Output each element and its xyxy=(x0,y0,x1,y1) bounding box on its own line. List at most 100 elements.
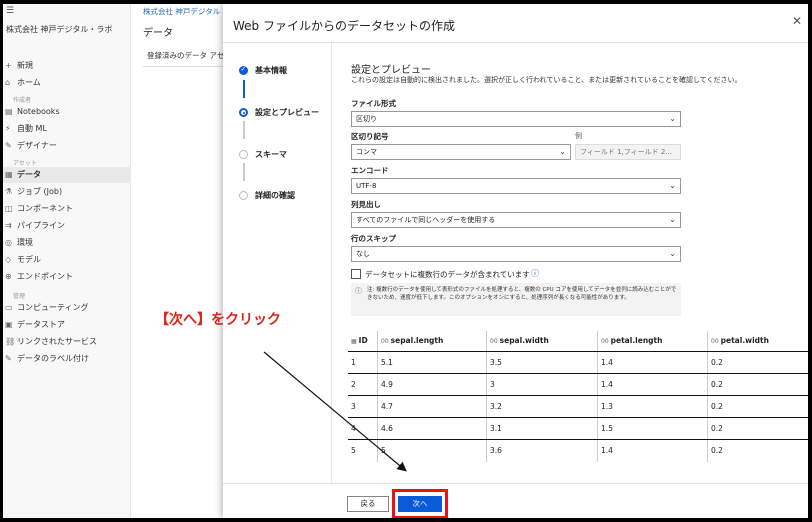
tab-registered-data-assets[interactable]: 登録済みのデータ アセ xyxy=(147,50,224,61)
table-cell: 1 xyxy=(351,358,356,367)
nav-icon: ◇ xyxy=(5,255,12,264)
table-cell: 1.5 xyxy=(597,418,708,440)
table-cell: 5 xyxy=(377,440,487,462)
nav-icon: ⚡ xyxy=(5,124,11,133)
column-header[interactable]: 00 sepal.width xyxy=(486,331,566,351)
sidebar-item[interactable]: ⊕ エンドポイント xyxy=(3,269,131,285)
sidebar-section-heading: 作成者 xyxy=(13,97,32,104)
table-cell: 0.2 xyxy=(707,396,808,418)
sidebar-item[interactable]: ▣ データストア xyxy=(3,317,131,333)
sidebar-item[interactable]: ⚡ 自動 ML xyxy=(3,121,131,137)
sidebar-item-label: コンピューティング xyxy=(17,303,89,312)
nav-icon: ▭ xyxy=(5,303,13,312)
pending-step-icon xyxy=(239,150,248,159)
headers-value: すべてのファイルで同じヘッダーを使用する xyxy=(356,216,496,224)
sidebar-item[interactable]: ▦ データ xyxy=(3,167,131,183)
highlight-box xyxy=(392,489,448,518)
sidebar-item[interactable]: ▭ コンピューティング xyxy=(3,300,131,316)
chevron-down-icon: ⌄ xyxy=(669,249,676,258)
table-row: 2 4.9 3 1.4 0.2 xyxy=(348,373,808,396)
page-title: データ xyxy=(143,28,173,39)
workspace-org-name[interactable]: 株式会社 神戸デジタル・ラボ xyxy=(6,24,112,35)
table-cell: 3.5 xyxy=(486,352,598,374)
sidebar-item[interactable]: ✎ デザイナー xyxy=(3,138,131,154)
table-cell: 1.4 xyxy=(597,374,708,396)
sidebar-item-label: Notebooks xyxy=(17,107,60,116)
table-cell: 0.2 xyxy=(707,352,808,374)
table-row: 5 5 3.6 1.4 0.2 xyxy=(348,439,808,462)
encoding-select[interactable]: UTF-8 ⌄ xyxy=(351,178,681,194)
sidebar-item[interactable]: ⛓ リンクされたサービス xyxy=(3,334,131,350)
sidebar-item[interactable]: ✎ データのラベル付け xyxy=(3,351,131,367)
sidebar-item-label: データのラベル付け xyxy=(17,354,89,363)
screenshot-frame: ☰ 株式会社 神戸デジタル・ラボ + 新規 ⌂ ホーム作成者 ▤ Notebooks ⚡ 自動… xyxy=(3,4,808,518)
sidebar-item[interactable]: ⌂ ホーム xyxy=(3,75,131,91)
section-title: 設定とプレビュー xyxy=(351,65,431,76)
column-header[interactable]: ▦ ID xyxy=(348,331,378,351)
sidebar-item[interactable]: ◇ モデル xyxy=(3,252,131,268)
number-type-icon: 00 xyxy=(601,338,609,345)
sidebar-item[interactable]: ◎ 環境 xyxy=(3,235,131,251)
table-cell: 3 xyxy=(351,402,356,411)
nav-icon: ✎ xyxy=(5,141,12,150)
current-step-icon xyxy=(239,108,248,117)
table-cell: 4.9 xyxy=(377,374,487,396)
nav-icon: ▦ xyxy=(5,170,13,179)
table-cell: 4 xyxy=(351,424,356,433)
dialog-title: Web ファイルからのデータセットの作成 xyxy=(233,19,455,33)
left-nav-sidebar: ☰ 株式会社 神戸デジタル・ラボ + 新規 ⌂ ホーム作成者 ▤ Notebooks ⚡ 自動… xyxy=(3,4,131,518)
note-text: 注: 複数行のデータを使用して表形式のファイルを処理すると、複数の CPU コア… xyxy=(367,287,677,301)
close-icon[interactable]: ✕ xyxy=(792,14,802,28)
sidebar-item-label: データストア xyxy=(17,320,65,329)
table-row: 3 4.7 3.2 1.3 0.2 xyxy=(348,395,808,418)
section-description: これらの設定は自動的に検出されました。選択が正しく行われていること、または更新さ… xyxy=(351,76,742,84)
table-cell: 0.2 xyxy=(707,440,808,462)
step-label: スキーマ xyxy=(255,150,287,159)
hamburger-menu-icon[interactable]: ☰ xyxy=(6,6,14,16)
grid-icon: ▦ xyxy=(351,338,357,345)
sidebar-item-label: コンポーネント xyxy=(17,204,73,213)
chevron-down-icon: ⌄ xyxy=(559,147,566,156)
delimiter-select[interactable]: コンマ ⌄ xyxy=(351,144,571,160)
headers-label: 列見出し xyxy=(351,200,381,209)
encoding-label: エンコード xyxy=(351,166,389,175)
back-button[interactable]: 戻る xyxy=(347,496,389,512)
column-header-label: petal.length xyxy=(610,336,663,345)
breadcrumb[interactable]: 株式会社 神戸デジタル xyxy=(143,6,220,17)
table-cell: 3.2 xyxy=(486,396,598,418)
file-format-label: ファイル形式 xyxy=(351,99,396,108)
table-row: 1 5.1 3.5 1.4 0.2 xyxy=(348,351,808,374)
nav-icon: ▣ xyxy=(5,320,13,329)
chevron-down-icon: ⌄ xyxy=(669,215,676,224)
nav-icon: ◫ xyxy=(5,204,13,213)
file-format-select[interactable]: 区切り ⌄ xyxy=(351,111,681,127)
nav-icon: ▤ xyxy=(5,107,13,116)
step-label: 詳細の確認 xyxy=(255,191,295,200)
sidebar-item[interactable]: ▤ Notebooks xyxy=(3,104,131,120)
home-icon: ⌂ xyxy=(5,78,11,87)
sidebar-item[interactable]: ⚗ ジョブ (Job) xyxy=(3,184,131,200)
sidebar-item[interactable]: ⇉ パイプライン xyxy=(3,218,131,234)
skip-rows-label: 行のスキップ xyxy=(351,234,396,243)
sidebar-item-label: ホーム xyxy=(17,78,41,87)
skip-rows-select[interactable]: なし ⌄ xyxy=(351,246,681,262)
sidebar-item[interactable]: + 新規 xyxy=(3,58,131,74)
column-header[interactable]: 00 sepal.length xyxy=(377,331,457,351)
nav-icon: ⚗ xyxy=(5,187,13,196)
table-cell: 4.7 xyxy=(377,396,487,418)
wizard-steps: 基本情報 設定とプレビュー スキーマ 詳細の確認 xyxy=(223,43,332,483)
multiline-note: ⓘ 注: 複数行のデータを使用して表形式のファイルを処理すると、複数の CPU … xyxy=(351,283,681,316)
sidebar-section-heading: 管理 xyxy=(13,293,26,300)
info-icon[interactable]: ⓘ xyxy=(531,268,539,279)
checkmark-icon xyxy=(239,65,248,75)
step-connector xyxy=(243,80,245,98)
table-cell: 3.6 xyxy=(486,440,598,462)
table-cell: 3 xyxy=(486,374,598,396)
headers-select[interactable]: すべてのファイルで同じヘッダーを使用する ⌄ xyxy=(351,212,681,228)
create-dataset-dialog: Web ファイルからのデータセットの作成 ✕ 基本情報 設定とプレビュー スキー… xyxy=(223,4,808,518)
sidebar-item[interactable]: ◫ コンポーネント xyxy=(3,201,131,217)
multiline-checkbox[interactable] xyxy=(351,269,361,279)
column-header[interactable]: 00 petal.width xyxy=(707,331,808,351)
column-header[interactable]: 00 petal.length xyxy=(597,331,677,351)
nav-icon: ⛓ xyxy=(5,337,16,346)
